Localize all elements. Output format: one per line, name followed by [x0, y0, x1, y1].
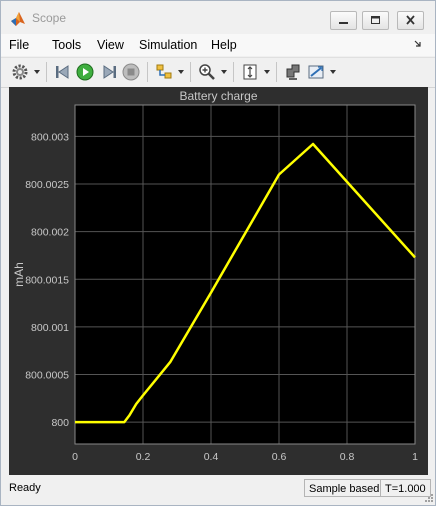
signal-dropdown-icon[interactable]	[178, 70, 184, 74]
signal-selector-icon[interactable]	[155, 63, 173, 81]
settings-gear-icon[interactable]	[11, 63, 29, 81]
menu-help[interactable]: Help	[211, 38, 237, 52]
matlab-logo-icon	[11, 12, 25, 26]
x-tick-label: 1	[412, 451, 418, 463]
toolbar-separator	[190, 62, 191, 82]
status-ready-text: Ready	[9, 482, 41, 494]
plot-background	[75, 105, 415, 444]
toolbar-separator	[276, 62, 277, 82]
toolbar-separator	[233, 62, 234, 82]
y-tick-label: 800.002	[31, 227, 69, 239]
zoom-dropdown-icon[interactable]	[221, 70, 227, 74]
scope-window: Scope File Tools View Simulation Help Ba…	[0, 0, 436, 506]
zoom-in-icon[interactable]	[198, 63, 216, 81]
y-tick-label: 800.0015	[25, 274, 69, 286]
menu-simulation[interactable]: Simulation	[139, 38, 197, 52]
y-tick-label: 800.003	[31, 131, 69, 143]
run-icon[interactable]	[76, 63, 94, 81]
x-tick-label: 0.6	[272, 451, 287, 463]
dock-arrow-icon[interactable]	[413, 39, 423, 49]
settings-dropdown-icon[interactable]	[34, 70, 40, 74]
restore-icon	[371, 16, 380, 24]
scope-plot-area: Battery charge 0 0.2 0.4 0.6 0.8 1 800 800.0005…	[9, 87, 428, 475]
cursor-measurements-icon[interactable]	[307, 63, 325, 81]
x-tick-label: 0.4	[204, 451, 219, 463]
scale-axes-icon[interactable]	[241, 63, 259, 81]
x-tick-label: 0.8	[340, 451, 355, 463]
toolbar-separator	[147, 62, 148, 82]
measurements-dropdown-icon[interactable]	[330, 70, 336, 74]
title-bar: Scope	[1, 1, 435, 34]
menu-tools[interactable]: Tools	[52, 38, 81, 52]
y-axis-label: mAh	[12, 262, 26, 287]
y-tick-label: 800.0005	[25, 369, 69, 381]
highlight-block-icon[interactable]	[284, 63, 302, 81]
y-tick-label: 800.0025	[25, 179, 69, 191]
menu-view[interactable]: View	[97, 38, 124, 52]
sample-mode-indicator: Sample based	[304, 479, 385, 497]
minimize-icon	[339, 22, 348, 24]
battery-charge-chart[interactable]: 0 0.2 0.4 0.6 0.8 1 800 800.0005 800.001 800.0015…	[9, 87, 428, 475]
maximize-button[interactable]	[362, 11, 389, 30]
step-forward-icon[interactable]	[100, 63, 118, 81]
x-tick-label: 0.2	[136, 451, 151, 463]
y-tick-label: 800	[51, 417, 69, 429]
toolbar	[1, 57, 435, 88]
x-tick-label: 0	[72, 451, 78, 463]
step-back-icon[interactable]	[54, 63, 72, 81]
close-icon	[406, 15, 415, 25]
status-bar: Ready Sample based T=1.000	[1, 477, 435, 505]
window-title: Scope	[32, 11, 67, 25]
stop-icon[interactable]	[122, 63, 140, 81]
toolbar-separator	[46, 62, 47, 82]
y-tick-label: 800.001	[31, 322, 69, 334]
scale-dropdown-icon[interactable]	[264, 70, 270, 74]
minimize-button[interactable]	[330, 11, 357, 30]
close-button[interactable]	[397, 11, 424, 30]
menu-bar: File Tools View Simulation Help	[1, 34, 435, 56]
menu-file[interactable]: File	[9, 38, 29, 52]
resize-grip-icon[interactable]	[423, 492, 433, 502]
